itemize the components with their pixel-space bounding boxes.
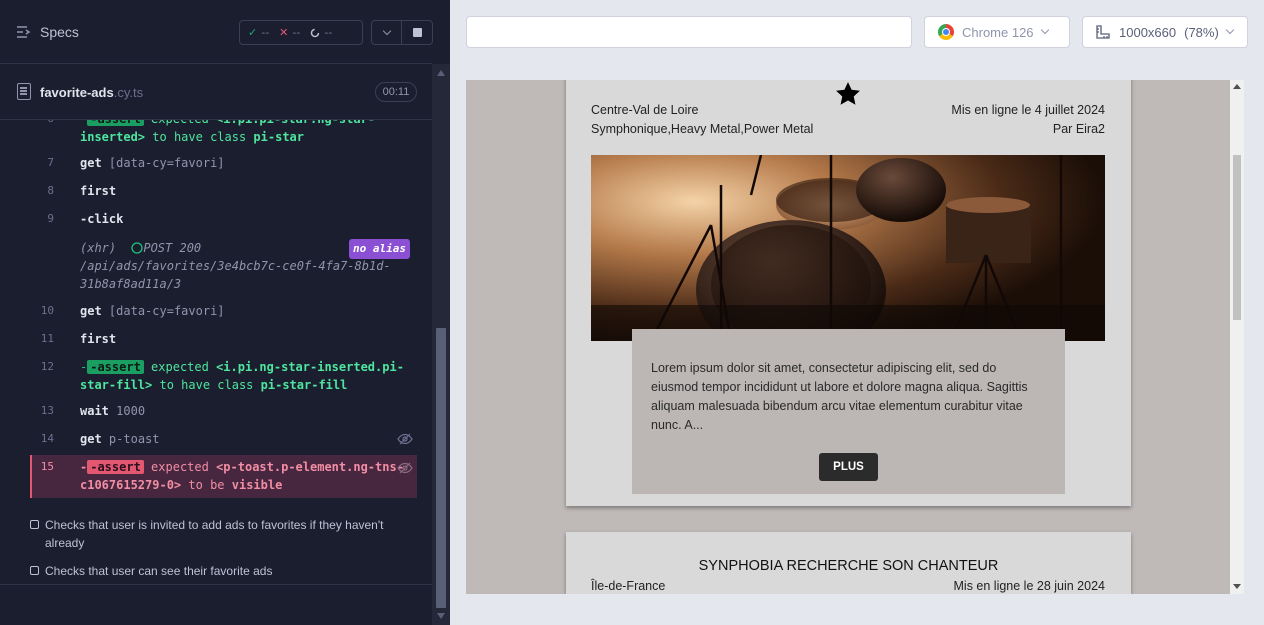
chrome-icon: [938, 24, 954, 40]
alias-badge: no alias: [349, 239, 410, 259]
ruler-icon: [1096, 25, 1110, 39]
xhr-row[interactable]: (xhr) POST 200 no alias /api/ads/favorit…: [30, 239, 418, 294]
app-preview: Centre-Val de Loire Symphonique,Heavy Me…: [466, 80, 1230, 594]
scroll-down-icon[interactable]: [1233, 584, 1241, 589]
command-row[interactable]: 8 first: [30, 182, 418, 200]
command-log: 6 --assert expected <i.pi.pi-star.ng-sta…: [0, 108, 432, 508]
ad-title: SYNPHOBIA RECHERCHE SON CHANTEUR: [698, 558, 999, 574]
scroll-down-icon[interactable]: [437, 613, 445, 619]
scroll-up-icon[interactable]: [437, 70, 445, 76]
ad-author: Par Eira2: [1052, 122, 1105, 136]
star-filled-icon[interactable]: [834, 80, 862, 108]
ad-date: Mis en ligne le 4 juillet 2024: [951, 103, 1105, 117]
file-icon: [17, 83, 31, 100]
url-input[interactable]: [466, 16, 912, 48]
test-stats: ✓ -- ✕ -- --: [239, 20, 363, 45]
test-item[interactable]: Checks that user is invited to add ads t…: [30, 516, 420, 552]
ad-region: Île-de-France: [591, 579, 666, 593]
command-row[interactable]: 14 get p-toast: [30, 430, 418, 448]
command-row[interactable]: 11 first: [30, 330, 418, 348]
ad-description: Lorem ipsum dolor sit amet, consectetur …: [651, 361, 1028, 432]
ad-description-box: Lorem ipsum dolor sit amet, consectetur …: [632, 329, 1065, 494]
x-icon: ✕: [279, 26, 289, 39]
app-scrollbar[interactable]: [1230, 80, 1244, 594]
ad-region: Centre-Val de Loire: [591, 103, 699, 117]
command-row[interactable]: 13 wait 1000: [30, 402, 418, 420]
scroll-up-icon[interactable]: [1233, 84, 1241, 89]
chevron-down-icon: [1225, 25, 1235, 35]
eye-slash-icon[interactable]: [397, 433, 413, 445]
ad-card[interactable]: SYNPHOBIA RECHERCHE SON CHANTEUR Île-de-…: [566, 532, 1131, 594]
command-row[interactable]: 12 - -assert expected <i.pi.ng-star-inser…: [30, 358, 418, 394]
reporter-scrollbar[interactable]: [432, 64, 450, 625]
stop-icon: [412, 28, 422, 37]
chevron-down-icon: [1040, 25, 1049, 35]
failed-stat: ✕ --: [279, 26, 301, 39]
ad-date: Mis en ligne le 28 juin 2024: [953, 579, 1106, 593]
more-button[interactable]: PLUS: [819, 453, 878, 481]
ad-photo: [591, 155, 1105, 341]
scroll-thumb[interactable]: [1233, 155, 1241, 320]
command-row[interactable]: 9 -click: [30, 210, 418, 228]
divider: [0, 584, 432, 585]
pending-icon: [311, 28, 320, 37]
ad-card[interactable]: Centre-Val de Loire Symphonique,Heavy Me…: [566, 80, 1131, 506]
browser-select[interactable]: Chrome 126: [924, 16, 1070, 48]
status-circle-icon: [131, 242, 144, 254]
test-status-icon: [30, 566, 39, 575]
spec-runner-panel: Specs ✓ -- ✕ -- -- favorite-ads.cy.ts 00:1…: [0, 0, 450, 625]
collapse-button[interactable]: [372, 21, 403, 44]
spec-file-row: favorite-ads.cy.ts 00:11: [0, 65, 432, 120]
run-controls: [371, 20, 433, 45]
passed-stat: ✓ --: [248, 26, 270, 39]
command-row[interactable]: 10 get [data-cy=favori]: [30, 302, 418, 320]
specs-title[interactable]: Specs: [40, 24, 79, 40]
test-status-icon: [30, 520, 39, 529]
ad-genres: Symphonique,Heavy Metal,Power Metal: [591, 122, 814, 136]
chevron-down-icon: [382, 26, 391, 35]
test-item[interactable]: Checks that user can see their favorite …: [30, 562, 420, 580]
stop-button[interactable]: [402, 21, 432, 44]
eye-slash-icon[interactable]: [397, 462, 413, 474]
specs-header: Specs ✓ -- ✕ -- --: [0, 0, 433, 64]
spec-file-name[interactable]: favorite-ads.cy.ts: [40, 85, 143, 100]
specs-list-icon[interactable]: [16, 24, 32, 40]
check-icon: ✓: [248, 26, 258, 39]
run-timer: 00:11: [375, 82, 417, 102]
viewport-select[interactable]: 1000x660 (78%): [1082, 16, 1248, 48]
failed-command-row[interactable]: 15 - -assert expected <p-toast.p-element.…: [30, 455, 417, 498]
scroll-thumb[interactable]: [436, 328, 446, 608]
command-row[interactable]: 7 get [data-cy=favori]: [30, 154, 418, 172]
pending-stat: --: [310, 26, 332, 39]
